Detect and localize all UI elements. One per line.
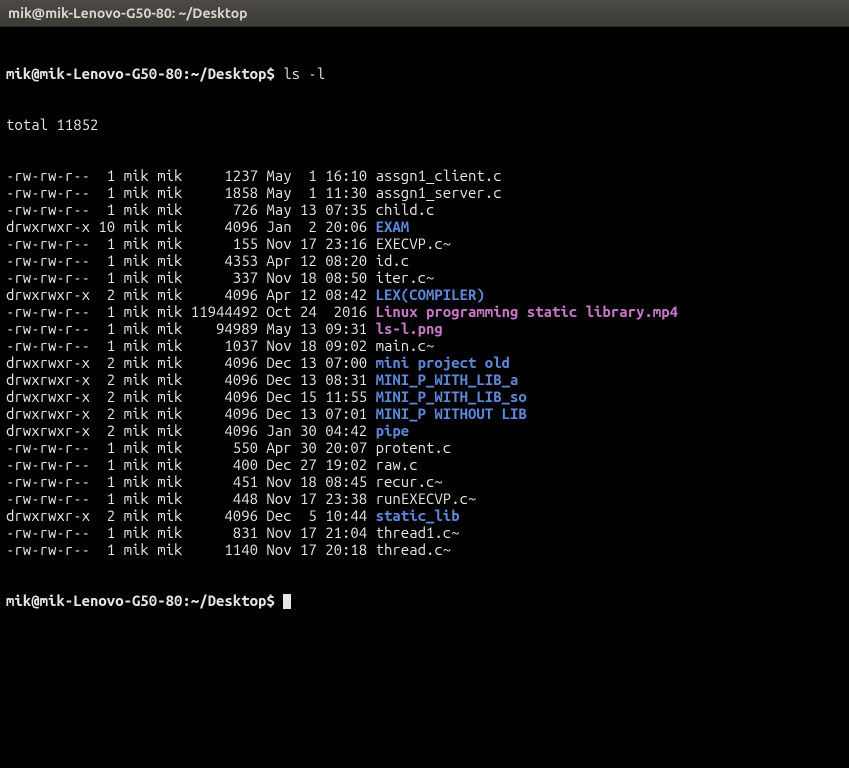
file-name: thread.c~ xyxy=(376,541,452,558)
file-row: -rw-rw-r-- 1 mik mik 1237 May 1 16:10 as… xyxy=(6,167,843,184)
file-row: -rw-rw-r-- 1 mik mik 726 May 13 07:35 ch… xyxy=(6,201,843,218)
window-title: mik@mik-Lenovo-G50-80: ~/Desktop xyxy=(8,5,248,22)
file-row: -rw-rw-r-- 1 mik mik 451 Nov 18 08:45 re… xyxy=(6,473,843,490)
file-name: EXECVP.c~ xyxy=(376,235,452,252)
terminal-body[interactable]: mik@mik-Lenovo-G50-80:~/Desktop$ ls -l t… xyxy=(0,27,849,647)
window-titlebar: mik@mik-Lenovo-G50-80: ~/Desktop xyxy=(0,0,849,27)
file-meta: drwxrwxr-x 2 mik mik 4096 Dec 15 11:55 xyxy=(6,388,376,405)
file-name: ls-l.png xyxy=(376,320,443,337)
file-name: thread1.c~ xyxy=(376,524,460,541)
file-name: MINI_P_WITH_LIB_so xyxy=(376,388,527,405)
file-meta: -rw-rw-r-- 1 mik mik 337 Nov 18 08:50 xyxy=(6,269,376,286)
file-row: drwxrwxr-x 2 mik mik 4096 Dec 15 11:55 M… xyxy=(6,388,843,405)
file-meta: -rw-rw-r-- 1 mik mik 400 Dec 27 19:02 xyxy=(6,456,376,473)
file-row: -rw-rw-r-- 1 mik mik 94989 May 13 09:31 … xyxy=(6,320,843,337)
file-row: drwxrwxr-x 2 mik mik 4096 Dec 5 10:44 st… xyxy=(6,507,843,524)
file-name: assgn1_client.c xyxy=(376,167,502,184)
file-row: -rw-rw-r-- 1 mik mik 1140 Nov 17 20:18 t… xyxy=(6,541,843,558)
file-meta: drwxrwxr-x 2 mik mik 4096 Jan 30 04:42 xyxy=(6,422,376,439)
file-name: id.c xyxy=(376,252,410,269)
file-row: -rw-rw-r-- 1 mik mik 337 Nov 18 08:50 it… xyxy=(6,269,843,286)
file-meta: -rw-rw-r-- 1 mik mik 155 Nov 17 23:16 xyxy=(6,235,376,252)
file-row: drwxrwxr-x 10 mik mik 4096 Jan 2 20:06 E… xyxy=(6,218,843,235)
file-name: protent.c xyxy=(376,439,452,456)
cursor-block xyxy=(283,594,291,609)
file-row: -rw-rw-r-- 1 mik mik 155 Nov 17 23:16 EX… xyxy=(6,235,843,252)
file-name: MINI_P_WITH_LIB_a xyxy=(376,371,519,388)
file-meta: -rw-rw-r-- 1 mik mik 831 Nov 17 21:04 xyxy=(6,524,376,541)
file-row: -rw-rw-r-- 1 mik mik 4353 Apr 12 08:20 i… xyxy=(6,252,843,269)
file-name: mini project old xyxy=(376,354,510,371)
terminal-window: { "title": "mik@mik-Lenovo-G50-80: ~/Des… xyxy=(0,0,849,768)
prompt-line: mik@mik-Lenovo-G50-80:~/Desktop$ xyxy=(6,592,843,609)
file-name: MINI_P WITHOUT LIB xyxy=(376,405,527,422)
file-name: runEXECVP.c~ xyxy=(376,490,477,507)
file-meta: drwxrwxr-x 10 mik mik 4096 Jan 2 20:06 xyxy=(6,218,376,235)
file-meta: -rw-rw-r-- 1 mik mik 11944492 Oct 24 201… xyxy=(6,303,376,320)
file-name: static_lib xyxy=(376,507,460,524)
file-row: -rw-rw-r-- 1 mik mik 550 Apr 30 20:07 pr… xyxy=(6,439,843,456)
file-meta: drwxrwxr-x 2 mik mik 4096 Apr 12 08:42 xyxy=(6,286,376,303)
file-name: assgn1_server.c xyxy=(376,184,502,201)
file-name: pipe xyxy=(376,422,410,439)
file-row: drwxrwxr-x 2 mik mik 4096 Apr 12 08:42 L… xyxy=(6,286,843,303)
command-line: mik@mik-Lenovo-G50-80:~/Desktop$ ls -l xyxy=(6,65,843,82)
file-meta: -rw-rw-r-- 1 mik mik 1140 Nov 17 20:18 xyxy=(6,541,376,558)
file-meta: -rw-rw-r-- 1 mik mik 1858 May 1 11:30 xyxy=(6,184,376,201)
file-meta: -rw-rw-r-- 1 mik mik 448 Nov 17 23:38 xyxy=(6,490,376,507)
file-meta: -rw-rw-r-- 1 mik mik 1237 May 1 16:10 xyxy=(6,167,376,184)
file-name: child.c xyxy=(376,201,435,218)
file-row: -rw-rw-r-- 1 mik mik 831 Nov 17 21:04 th… xyxy=(6,524,843,541)
file-row: -rw-rw-r-- 1 mik mik 1858 May 1 11:30 as… xyxy=(6,184,843,201)
file-meta: drwxrwxr-x 2 mik mik 4096 Dec 13 08:31 xyxy=(6,371,376,388)
file-row: drwxrwxr-x 2 mik mik 4096 Jan 30 04:42 p… xyxy=(6,422,843,439)
file-meta: -rw-rw-r-- 1 mik mik 550 Apr 30 20:07 xyxy=(6,439,376,456)
file-meta: drwxrwxr-x 2 mik mik 4096 Dec 13 07:00 xyxy=(6,354,376,371)
prompt: mik@mik-Lenovo-G50-80:~/Desktop$ xyxy=(6,592,275,609)
file-row: drwxrwxr-x 2 mik mik 4096 Dec 13 07:00 m… xyxy=(6,354,843,371)
file-name: main.c~ xyxy=(376,337,435,354)
file-row: -rw-rw-r-- 1 mik mik 400 Dec 27 19:02 ra… xyxy=(6,456,843,473)
prompt: mik@mik-Lenovo-G50-80:~/Desktop$ xyxy=(6,65,275,82)
file-meta: -rw-rw-r-- 1 mik mik 94989 May 13 09:31 xyxy=(6,320,376,337)
file-meta: -rw-rw-r-- 1 mik mik 4353 Apr 12 08:20 xyxy=(6,252,376,269)
file-row: -rw-rw-r-- 1 mik mik 448 Nov 17 23:38 ru… xyxy=(6,490,843,507)
file-meta: -rw-rw-r-- 1 mik mik 451 Nov 18 08:45 xyxy=(6,473,376,490)
file-name: iter.c~ xyxy=(376,269,435,286)
file-row: drwxrwxr-x 2 mik mik 4096 Dec 13 07:01 M… xyxy=(6,405,843,422)
file-name: LEX(COMPILER) xyxy=(376,286,485,303)
file-listing: -rw-rw-r-- 1 mik mik 1237 May 1 16:10 as… xyxy=(6,167,843,558)
file-row: -rw-rw-r-- 1 mik mik 1037 Nov 18 09:02 m… xyxy=(6,337,843,354)
command-text: ls -l xyxy=(283,65,325,82)
file-meta: -rw-rw-r-- 1 mik mik 1037 Nov 18 09:02 xyxy=(6,337,376,354)
file-row: drwxrwxr-x 2 mik mik 4096 Dec 13 08:31 M… xyxy=(6,371,843,388)
file-name: Linux programming static library.mp4 xyxy=(376,303,678,320)
file-name: raw.c xyxy=(376,456,418,473)
file-name: recur.c~ xyxy=(376,473,443,490)
file-meta: drwxrwxr-x 2 mik mik 4096 Dec 13 07:01 xyxy=(6,405,376,422)
file-meta: drwxrwxr-x 2 mik mik 4096 Dec 5 10:44 xyxy=(6,507,376,524)
file-name: EXAM xyxy=(376,218,410,235)
file-row: -rw-rw-r-- 1 mik mik 11944492 Oct 24 201… xyxy=(6,303,843,320)
total-line: total 11852 xyxy=(6,116,843,133)
file-meta: -rw-rw-r-- 1 mik mik 726 May 13 07:35 xyxy=(6,201,376,218)
